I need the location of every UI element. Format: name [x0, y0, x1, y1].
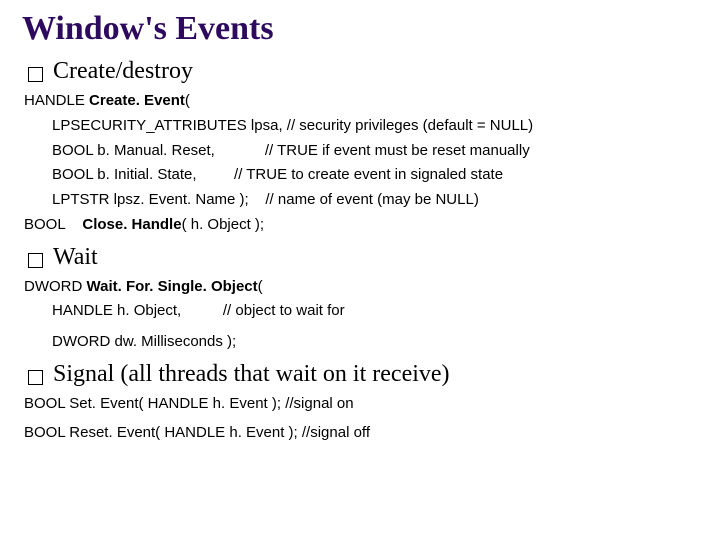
- code-bold: Close. Handle: [82, 216, 181, 233]
- bullet-icon: [28, 253, 43, 268]
- section-label: Create/destroy: [53, 58, 193, 85]
- code-text: BOOL: [24, 216, 82, 233]
- code-line: DWORD dw. Milliseconds );: [24, 330, 698, 355]
- code-line: BOOL b. Manual. Reset, // TRUE if event …: [24, 139, 698, 164]
- code-text: ( h. Object );: [182, 216, 265, 233]
- code-line: BOOL Close. Handle( h. Object );: [24, 213, 698, 238]
- code-line: DWORD Wait. For. Single. Object(: [24, 275, 698, 300]
- bullet-icon: [28, 67, 43, 82]
- section-heading-create-destroy: Create/destroy: [28, 58, 698, 85]
- code-line: HANDLE h. Object, // object to wait for: [24, 299, 698, 324]
- code-block-create-destroy: HANDLE Create. Event( LPSECURITY_ATTRIBU…: [24, 89, 698, 238]
- code-text: (: [185, 92, 190, 109]
- section-heading-wait: Wait: [28, 244, 698, 271]
- bullet-icon: [28, 370, 43, 385]
- code-line: HANDLE Create. Event(: [24, 89, 698, 114]
- code-block-signal: BOOL Set. Event( HANDLE h. Event ); //si…: [24, 392, 698, 446]
- code-bold: Create. Event: [89, 92, 185, 109]
- code-line: BOOL Set. Event( HANDLE h. Event ); //si…: [24, 392, 698, 417]
- code-text: (: [258, 278, 263, 295]
- section-label: Signal (all threads that wait on it rece…: [53, 361, 450, 388]
- code-line: BOOL b. Initial. State, // TRUE to creat…: [24, 163, 698, 188]
- slide: Window's Events Create/destroy HANDLE Cr…: [0, 0, 720, 540]
- code-line: BOOL Reset. Event( HANDLE h. Event ); //…: [24, 421, 698, 446]
- code-bold: Wait. For. Single. Object: [87, 278, 258, 295]
- code-text: HANDLE: [24, 92, 89, 109]
- code-text: DWORD: [24, 278, 87, 295]
- code-line: LPTSTR lpsz. Event. Name ); // name of e…: [24, 188, 698, 213]
- page-title: Window's Events: [22, 10, 698, 48]
- section-heading-signal: Signal (all threads that wait on it rece…: [28, 361, 698, 388]
- section-label: Wait: [53, 244, 98, 271]
- code-line: LPSECURITY_ATTRIBUTES lpsa, // security …: [24, 114, 698, 139]
- code-block-wait: DWORD Wait. For. Single. Object( HANDLE …: [24, 275, 698, 355]
